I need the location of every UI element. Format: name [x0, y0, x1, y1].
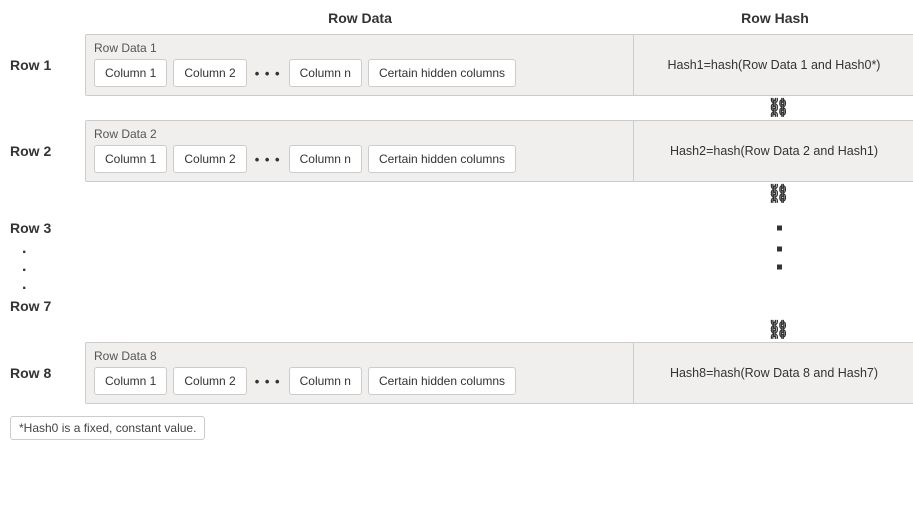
column-n: Column n [289, 145, 362, 173]
ellipsis-marker [85, 220, 913, 236]
column-2: Column 2 [173, 367, 246, 395]
column-1: Column 1 [94, 367, 167, 395]
square-dot-icon [777, 265, 782, 270]
chain-link-icon: ⛓ [767, 184, 790, 205]
footnote: *Hash0 is a fixed, constant value. [10, 416, 205, 440]
row-8-data-label: Row Data 8 [94, 349, 625, 363]
ellipsis-spacer [85, 298, 913, 314]
columns-ellipsis: • • • [253, 66, 283, 81]
row-8-data: Row Data 8 Column 1 Column 2 • • • Colum… [86, 343, 634, 403]
header-row-data: Row Data [85, 10, 635, 34]
row-1-hash: Hash1=hash(Row Data 1 and Hash0*) [634, 35, 913, 95]
row-8-box: Row Data 8 Column 1 Column 2 • • • Colum… [85, 342, 913, 404]
row-1-data: Row Data 1 Column 1 Column 2 • • • Colum… [86, 35, 634, 95]
row-7-label: Row 7 [10, 298, 85, 314]
link-1-2: ⛓ [85, 96, 913, 120]
spacer [10, 206, 913, 216]
row-2-box: Row Data 2 Column 1 Column 2 • • • Colum… [85, 120, 913, 182]
ellipsis-marker [85, 241, 913, 257]
columns-ellipsis: • • • [253, 374, 283, 389]
row-2-hash: Hash2=hash(Row Data 2 and Hash1) [634, 121, 913, 181]
ellipsis-row-top: Row 3 [10, 216, 85, 240]
ellipsis-row-bottom: Row 7 [10, 294, 85, 318]
column-1: Column 1 [94, 59, 167, 87]
row-8-columns: Column 1 Column 2 • • • Column n Certain… [94, 367, 625, 395]
hidden-columns: Certain hidden columns [368, 59, 516, 87]
columns-ellipsis: • • • [253, 152, 283, 167]
hidden-columns: Certain hidden columns [368, 145, 516, 173]
row-8-label: Row 8 [10, 365, 85, 381]
square-dot-icon [777, 226, 782, 231]
vertical-dot: . [10, 262, 85, 272]
row-2-columns: Column 1 Column 2 • • • Column n Certain… [94, 145, 625, 173]
column-2: Column 2 [173, 59, 246, 87]
row-2-data: Row Data 2 Column 1 Column 2 • • • Colum… [86, 121, 634, 181]
row-1-data-label: Row Data 1 [94, 41, 625, 55]
row-3-label: Row 3 [10, 220, 85, 236]
row-1-box: Row Data 1 Column 1 Column 2 • • • Colum… [85, 34, 913, 96]
column-n: Column n [289, 367, 362, 395]
column-1: Column 1 [94, 145, 167, 173]
link-2-3: ⛓ [85, 182, 913, 206]
row-8-hash: Hash8=hash(Row Data 8 and Hash7) [634, 343, 913, 403]
vertical-dot: . [10, 244, 85, 254]
column-n: Column n [289, 59, 362, 87]
square-dot-icon [777, 247, 782, 252]
row-1-label: Row 1 [10, 57, 85, 73]
ellipsis-spacer [85, 277, 913, 293]
row-1-columns: Column 1 Column 2 • • • Column n Certain… [94, 59, 625, 87]
chain-link-icon: ⛓ [767, 98, 790, 119]
vertical-dot: . [10, 280, 85, 290]
row-2-label: Row 2 [10, 143, 85, 159]
header-row-hash: Row Hash [635, 10, 913, 34]
ellipsis-dot: . [10, 258, 85, 276]
row-2-data-label: Row Data 2 [94, 127, 625, 141]
ellipsis-marker [85, 259, 913, 275]
ellipsis-dot: . [10, 276, 85, 294]
hidden-columns: Certain hidden columns [368, 367, 516, 395]
chain-link-icon: ⛓ [767, 320, 790, 341]
ellipsis-dot: . [10, 240, 85, 258]
link-7-8: ⛓ [85, 318, 913, 342]
hash-chain-diagram: Row Data Row Hash Row 1 Row Data 1 Colum… [10, 10, 903, 404]
column-2: Column 2 [173, 145, 246, 173]
